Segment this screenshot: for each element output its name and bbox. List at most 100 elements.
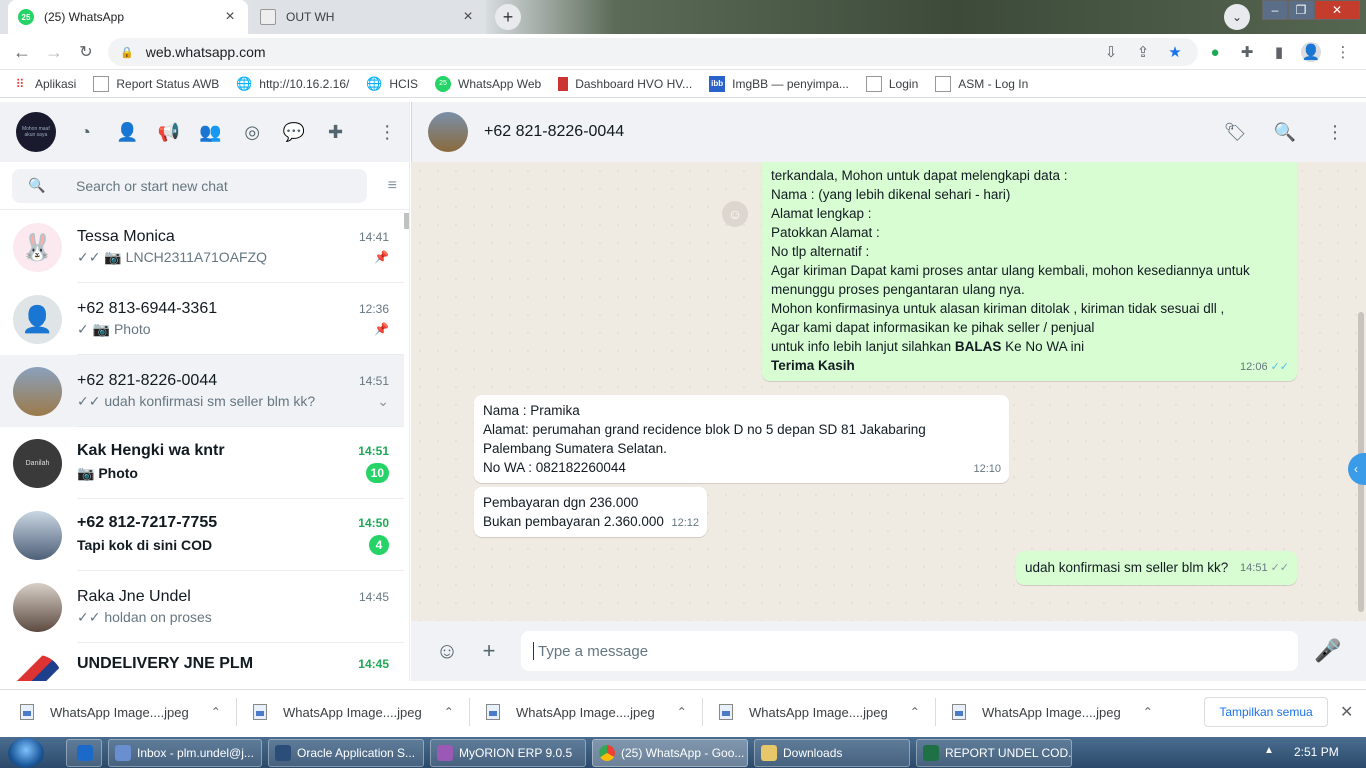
status-icon[interactable]: ◔ bbox=[66, 112, 106, 152]
side-panel-icon[interactable]: ▮ bbox=[1269, 42, 1289, 62]
message-outgoing-template[interactable]: terkandala, Mohon untuk dapat melengkapi… bbox=[762, 162, 1297, 381]
chat-item-62-821-selected[interactable]: +62 821-8226-0044 14:51 ✓✓ udah konfirmas… bbox=[0, 355, 404, 427]
chevron-up-icon[interactable]: ⌃ bbox=[211, 705, 221, 719]
browser-menu-icon[interactable]: ⋮ bbox=[1333, 42, 1353, 62]
taskbar-item-downloads[interactable]: Downloads bbox=[754, 739, 910, 767]
chat-item-62-812[interactable]: +62 812-7217-7755 14:50 Tapi kok di sini … bbox=[0, 499, 404, 571]
message-text: Ke No WA ini bbox=[1001, 339, 1085, 354]
message-input[interactable]: Type a message bbox=[521, 631, 1298, 671]
share-icon[interactable]: ⇪ bbox=[1133, 42, 1153, 62]
message-incoming-payment[interactable]: Pembayaran dgn 236.000 Bukan pembayaran … bbox=[474, 487, 707, 537]
contact-name[interactable]: +62 821-8226-0044 bbox=[484, 123, 1210, 141]
search-icon[interactable]: 🔍 bbox=[1260, 122, 1310, 143]
communities-icon[interactable]: 👥 bbox=[191, 112, 231, 152]
download-item[interactable]: WhatsApp Image....jpeg ⌃ bbox=[486, 690, 687, 734]
start-button[interactable] bbox=[8, 738, 44, 768]
bookmark-hcis[interactable]: 🌐 HCIS bbox=[366, 76, 418, 92]
download-item[interactable]: WhatsApp Image....jpeg ⌃ bbox=[253, 690, 454, 734]
close-tab-icon[interactable]: × bbox=[222, 8, 238, 26]
chevron-up-icon[interactable]: ⌃ bbox=[1143, 705, 1153, 719]
system-clock[interactable]: 2:51 PM bbox=[1294, 745, 1339, 759]
outlook-pinned[interactable] bbox=[66, 739, 102, 767]
message-placeholder: Type a message bbox=[538, 642, 649, 660]
profile-avatar-icon[interactable]: 👤 bbox=[1301, 42, 1321, 62]
bookmark-ip[interactable]: 🌐 http://10.16.2.16/ bbox=[236, 76, 349, 92]
bookmark-asm[interactable]: ASM - Log In bbox=[935, 75, 1028, 92]
chat-item-kak-hengki[interactable]: Danilah Kak Hengki wa kntr 14:51 📷 Photo 1… bbox=[0, 427, 404, 499]
chevron-up-icon[interactable]: ⌃ bbox=[910, 705, 920, 719]
contact-avatar[interactable] bbox=[428, 112, 468, 152]
chat-item-tessa-monica[interactable]: 🐰 Tessa Monica 14:41 ✓✓ 📷 LNCH2311A71OAFZ… bbox=[0, 211, 404, 283]
tab-whatsapp[interactable]: 25 (25) WhatsApp × bbox=[8, 0, 248, 34]
download-item[interactable]: WhatsApp Image....jpeg ⌃ bbox=[719, 690, 920, 734]
contact-avatar: Danilah bbox=[13, 438, 62, 488]
close-tab-icon[interactable]: × bbox=[460, 8, 476, 26]
globe-icon: 🌐 bbox=[366, 75, 383, 91]
url-text: web.whatsapp.com bbox=[145, 44, 266, 60]
emoji-reaction-icon[interactable]: ☺ bbox=[722, 201, 748, 227]
channels-icon[interactable]: 💬 bbox=[274, 112, 314, 152]
tray-expand-icon[interactable]: ▲ bbox=[1264, 745, 1274, 756]
emoji-icon[interactable]: ☺ bbox=[427, 631, 467, 671]
microphone-icon[interactable]: 🎤 bbox=[1308, 631, 1348, 671]
message-line: Palembang Sumatera Selatan. bbox=[483, 441, 667, 456]
message-incoming-address[interactable]: Nama : Pramika Alamat: perumahan grand r… bbox=[474, 395, 1009, 483]
label-tag-icon[interactable]: 🏷 bbox=[1210, 122, 1260, 143]
bookmark-report-status[interactable]: Report Status AWB bbox=[93, 75, 219, 92]
taskbar-item-myorion[interactable]: MyORION ERP 9.0.5 bbox=[430, 739, 586, 767]
new-chat-icon[interactable]: ✚ bbox=[316, 112, 356, 152]
message-list[interactable]: terkandala, Mohon untuk dapat melengkapi… bbox=[411, 162, 1366, 621]
chat-item-undelivery[interactable]: UNDELIVERY JNE PLM 14:45 bbox=[0, 643, 404, 681]
address-bar[interactable]: 🔒 web.whatsapp.com bbox=[108, 38, 1198, 66]
bookmark-star-icon[interactable]: ★ bbox=[1165, 42, 1185, 62]
conversation-header[interactable]: +62 821-8226-0044 🏷 🔍 ⋮ bbox=[411, 102, 1366, 162]
new-tab-button[interactable]: + bbox=[495, 4, 521, 30]
filter-icon[interactable]: ≡ bbox=[367, 177, 397, 195]
bookmark-label: HCIS bbox=[389, 76, 419, 91]
search-input[interactable]: 🔍 Search or start new chat bbox=[12, 168, 367, 203]
chat-item-raka[interactable]: Raka Jne Undel 14:45 ✓✓ holdan on proses bbox=[0, 571, 404, 643]
chevron-down-icon[interactable]: ⌄ bbox=[377, 393, 389, 410]
bookmark-login[interactable]: Login bbox=[865, 75, 918, 92]
extensions-puzzle-icon[interactable]: ✚ bbox=[1237, 42, 1257, 62]
show-all-downloads-button[interactable]: Tampilkan semua bbox=[1204, 697, 1328, 727]
extension-side-tab-icon[interactable]: ‹ bbox=[1348, 453, 1366, 485]
my-profile-avatar[interactable]: Mohon maaf akun saya bbox=[16, 112, 56, 152]
download-item[interactable]: WhatsApp Image....jpeg ⌃ bbox=[20, 690, 221, 734]
menu-icon[interactable]: ⋮ bbox=[1310, 122, 1360, 143]
bookmark-apps[interactable]: ⠿ Aplikasi bbox=[12, 76, 77, 92]
download-item[interactable]: WhatsApp Image....jpeg ⌃ bbox=[952, 690, 1153, 734]
attach-plus-icon[interactable]: + bbox=[469, 631, 509, 671]
message-line: terkandala, Mohon untuk dapat melengkapi… bbox=[771, 168, 1068, 183]
chat-time: 14:41 bbox=[358, 229, 389, 244]
chat-item-62-813[interactable]: 👤 +62 813-6944-3361 12:36 ✓ 📷 Photo 📌 bbox=[0, 283, 404, 355]
back-arrow-icon[interactable]: ← bbox=[10, 40, 34, 64]
bookmark-dashboard[interactable]: Dashboard HVO HV... bbox=[558, 76, 692, 91]
tab-out-wh[interactable]: OUT WH × bbox=[250, 0, 486, 34]
chevron-up-icon[interactable]: ⌃ bbox=[677, 705, 687, 719]
chat-name: +62 813-6944-3361 bbox=[77, 299, 218, 317]
extension-green-icon[interactable]: ● bbox=[1205, 42, 1225, 62]
taskbar-item-inbox[interactable]: Inbox - plm.undel@j... bbox=[108, 739, 262, 767]
chevron-up-icon[interactable]: ⌃ bbox=[444, 705, 454, 719]
taskbar-item-excel[interactable]: REPORT UNDEL COD... bbox=[916, 739, 1072, 767]
taskbar-item-whatsapp-chrome[interactable]: (25) WhatsApp - Goo... bbox=[592, 739, 748, 767]
new-contact-icon[interactable]: 👤 bbox=[107, 112, 147, 152]
close-downloads-icon[interactable]: ✕ bbox=[1340, 702, 1353, 722]
maximize-window-button[interactable]: ❐ bbox=[1288, 0, 1314, 20]
bookmark-imgbb[interactable]: ibb ImgBB — penyimpa... bbox=[709, 75, 849, 92]
minimize-window-button[interactable]: – bbox=[1262, 0, 1288, 20]
sidebar-scrollbar[interactable] bbox=[404, 213, 409, 229]
taskbar-item-oracle[interactable]: Oracle Application S... bbox=[268, 739, 424, 767]
status-updates-icon[interactable]: ◎ bbox=[232, 112, 272, 152]
tab-search-chevron-icon[interactable]: ⌄ bbox=[1224, 4, 1250, 30]
close-window-button[interactable]: ✕ bbox=[1314, 0, 1360, 20]
forward-arrow-icon[interactable]: → bbox=[42, 40, 66, 64]
broadcast-megaphone-icon[interactable]: 📢 bbox=[149, 112, 189, 152]
bookmark-whatsapp-web[interactable]: 25 WhatsApp Web bbox=[435, 75, 541, 92]
menu-icon[interactable]: ⋮ bbox=[367, 112, 407, 152]
whatsapp-icon: 25 bbox=[435, 75, 452, 92]
message-outgoing-latest[interactable]: udah konfirmasi sm seller blm kk? 14:51 ✓… bbox=[1016, 551, 1297, 585]
install-app-icon[interactable]: ⇩ bbox=[1101, 42, 1121, 62]
reload-icon[interactable]: ↻ bbox=[74, 40, 98, 64]
